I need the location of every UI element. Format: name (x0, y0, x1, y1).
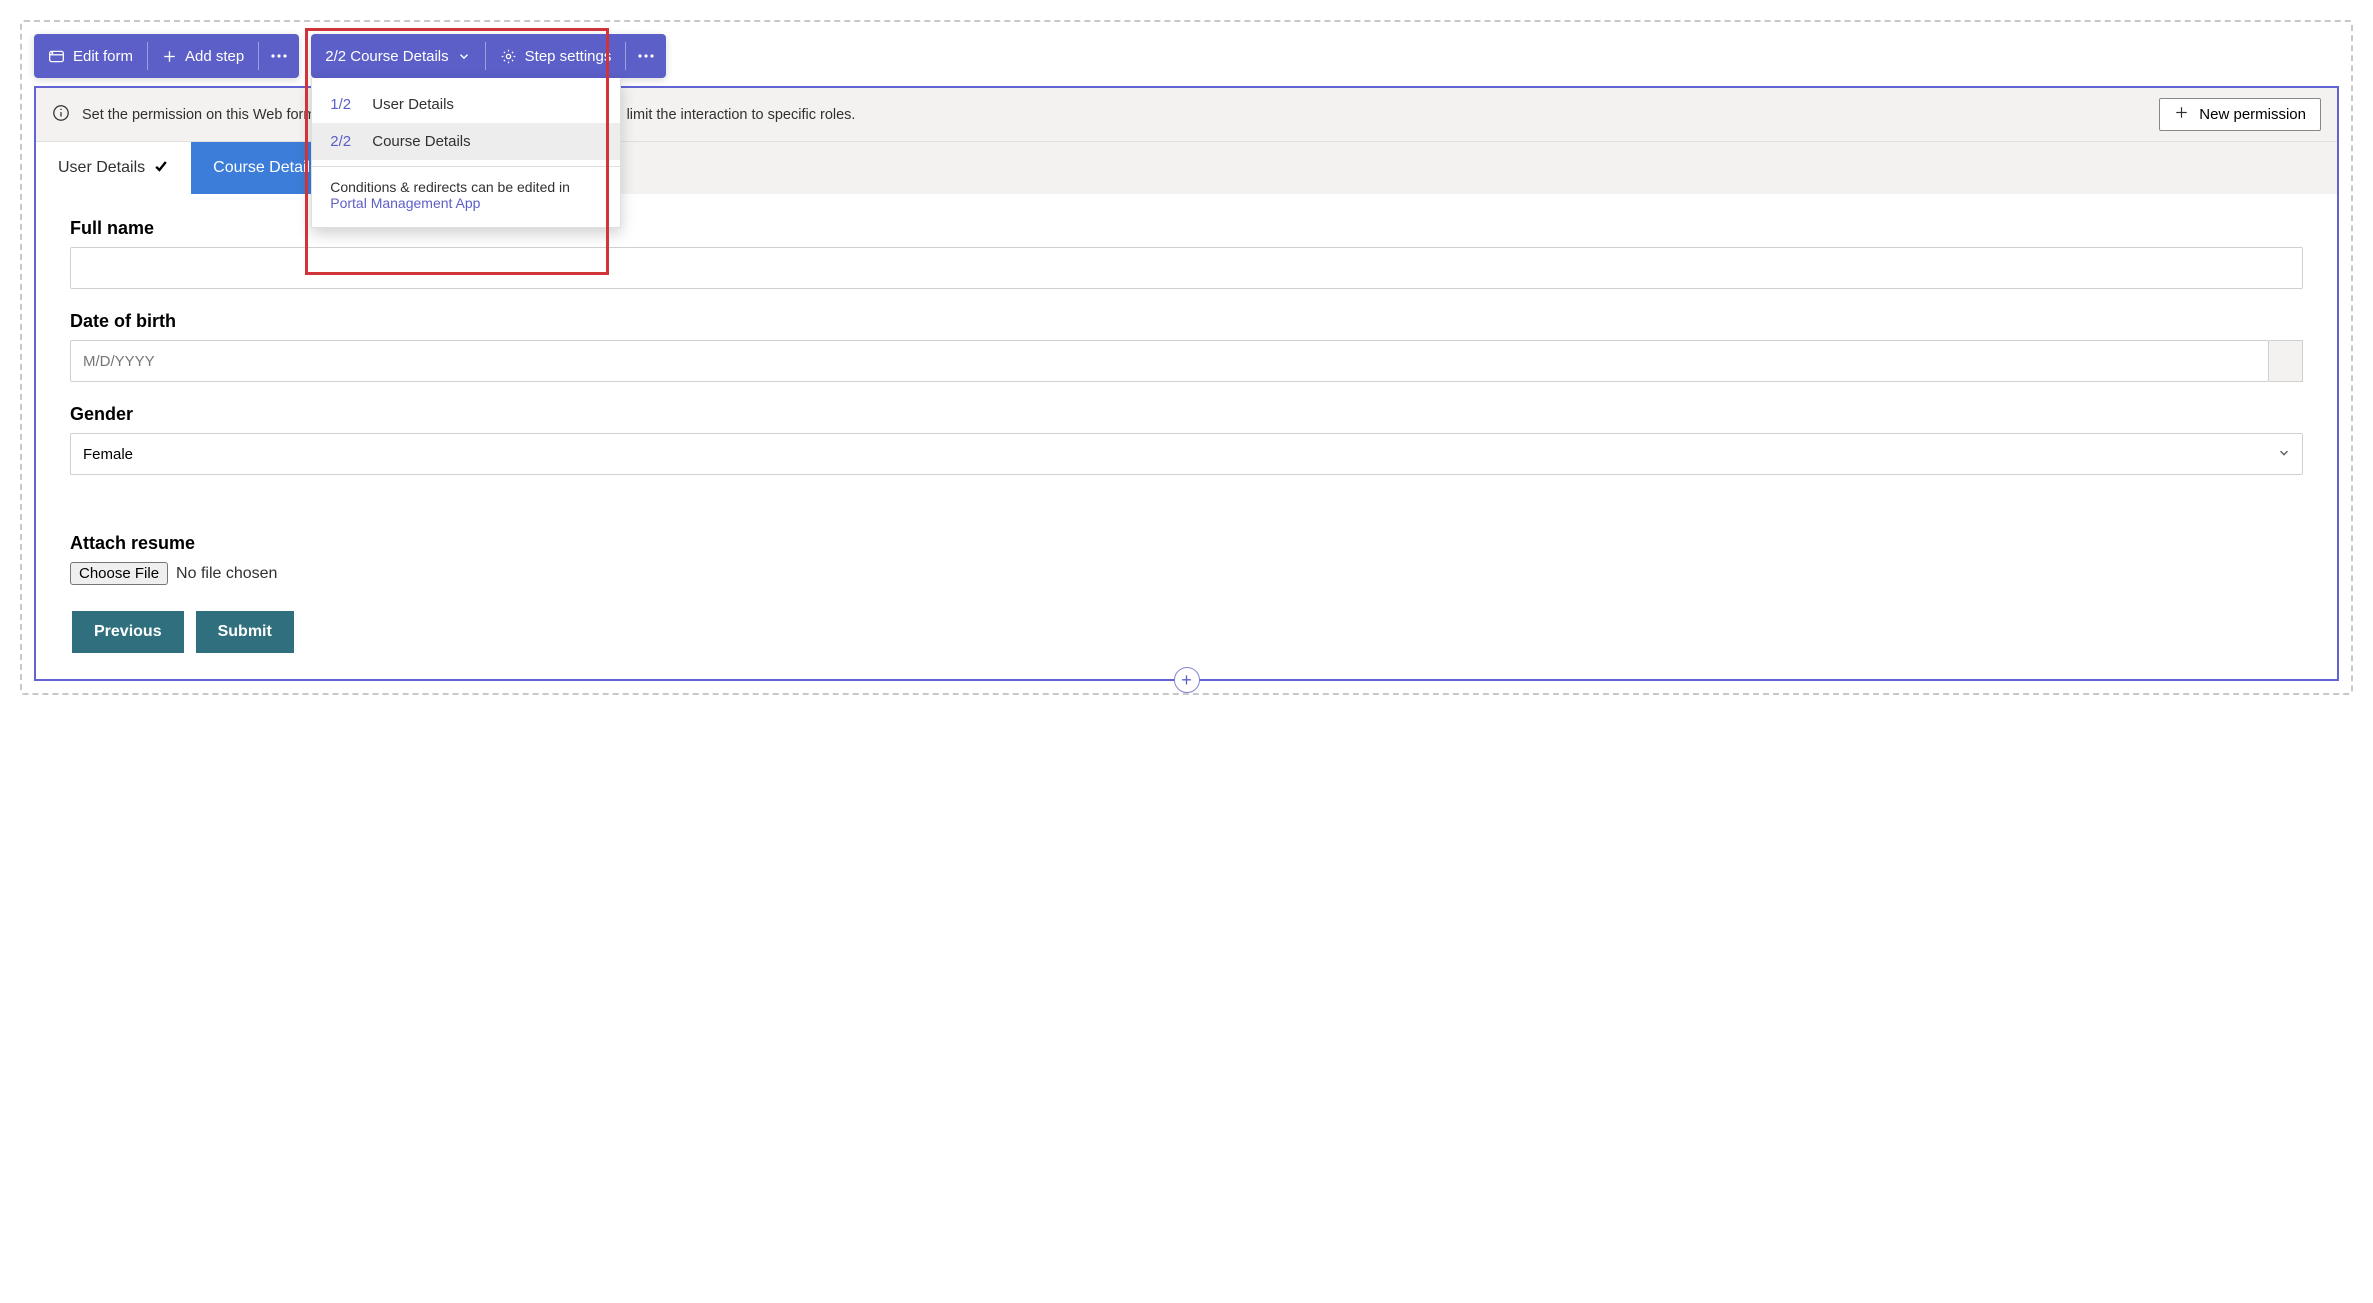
field-attach-resume: Attach resume Choose File No file chosen (70, 533, 2303, 585)
submit-button[interactable]: Submit (196, 611, 294, 653)
dropdown-item-course-details[interactable]: 2/2 Course Details (312, 123, 620, 160)
dropdown-footer-text: Conditions & redirects can be edited in (330, 179, 570, 195)
dropdown-item-user-details[interactable]: 1/2 User Details (312, 86, 620, 123)
file-status: No file chosen (176, 565, 277, 583)
form-actions: Previous Submit (70, 607, 2303, 671)
form-icon (48, 48, 65, 65)
choose-file-button[interactable]: Choose File (70, 562, 168, 585)
plus-icon (162, 49, 177, 64)
dropdown-footer: Conditions & redirects can be edited in … (312, 166, 620, 227)
info-icon (52, 104, 70, 126)
step-selector-label: 2/2 Course Details (325, 48, 448, 65)
step-selector-button[interactable]: 2/2 Course Details (311, 34, 484, 78)
add-section-button[interactable]: + (1174, 667, 1200, 693)
plus-icon (2174, 105, 2189, 124)
edit-form-label: Edit form (73, 48, 133, 65)
attach-label: Attach resume (70, 533, 2303, 554)
step-settings-label: Step settings (525, 48, 612, 65)
step-dropdown: 1/2 User Details 2/2 Course Details Cond… (311, 78, 621, 228)
field-dob: Date of birth (70, 311, 2303, 382)
step-label: Course Details (372, 133, 470, 150)
add-step-label: Add step (185, 48, 244, 65)
step-more-button[interactable] (626, 34, 666, 78)
new-permission-label: New permission (2199, 106, 2306, 123)
tab-label: User Details (58, 159, 145, 177)
designer-canvas: Edit form Add step 2/2 Course Details (20, 20, 2353, 695)
toolbar-chip-form: Edit form Add step (34, 34, 299, 78)
step-label: User Details (372, 96, 454, 113)
full-name-input[interactable] (70, 247, 2303, 289)
form-more-button[interactable] (259, 34, 299, 78)
plus-icon: + (1181, 671, 1192, 689)
edit-form-button[interactable]: Edit form (34, 34, 147, 78)
check-icon (153, 158, 169, 179)
dob-input[interactable] (70, 340, 2269, 382)
form-body: Full name Date of birth Gender Female (36, 194, 2337, 679)
previous-button[interactable]: Previous (72, 611, 184, 653)
new-permission-button[interactable]: New permission (2159, 98, 2321, 131)
gender-label: Gender (70, 404, 2303, 425)
tab-label: Course Details (213, 159, 318, 177)
step-number: 1/2 (330, 96, 360, 113)
date-picker-button[interactable] (2269, 340, 2303, 382)
gear-icon (500, 48, 517, 65)
toolbar: Edit form Add step 2/2 Course Details (34, 34, 2339, 78)
add-step-button[interactable]: Add step (148, 34, 258, 78)
field-full-name: Full name (70, 218, 2303, 289)
field-gender: Gender Female (70, 404, 2303, 475)
chevron-down-icon (457, 49, 471, 63)
step-settings-button[interactable]: Step settings (486, 34, 626, 78)
step-number: 2/2 (330, 133, 360, 150)
dob-label: Date of birth (70, 311, 2303, 332)
gender-select[interactable]: Female (70, 433, 2303, 475)
ellipsis-icon (271, 54, 287, 58)
ellipsis-icon (638, 54, 654, 58)
portal-management-link[interactable]: Portal Management App (330, 195, 480, 211)
tab-user-details[interactable]: User Details (36, 142, 191, 194)
toolbar-chip-step: 2/2 Course Details Step settings (311, 34, 666, 78)
